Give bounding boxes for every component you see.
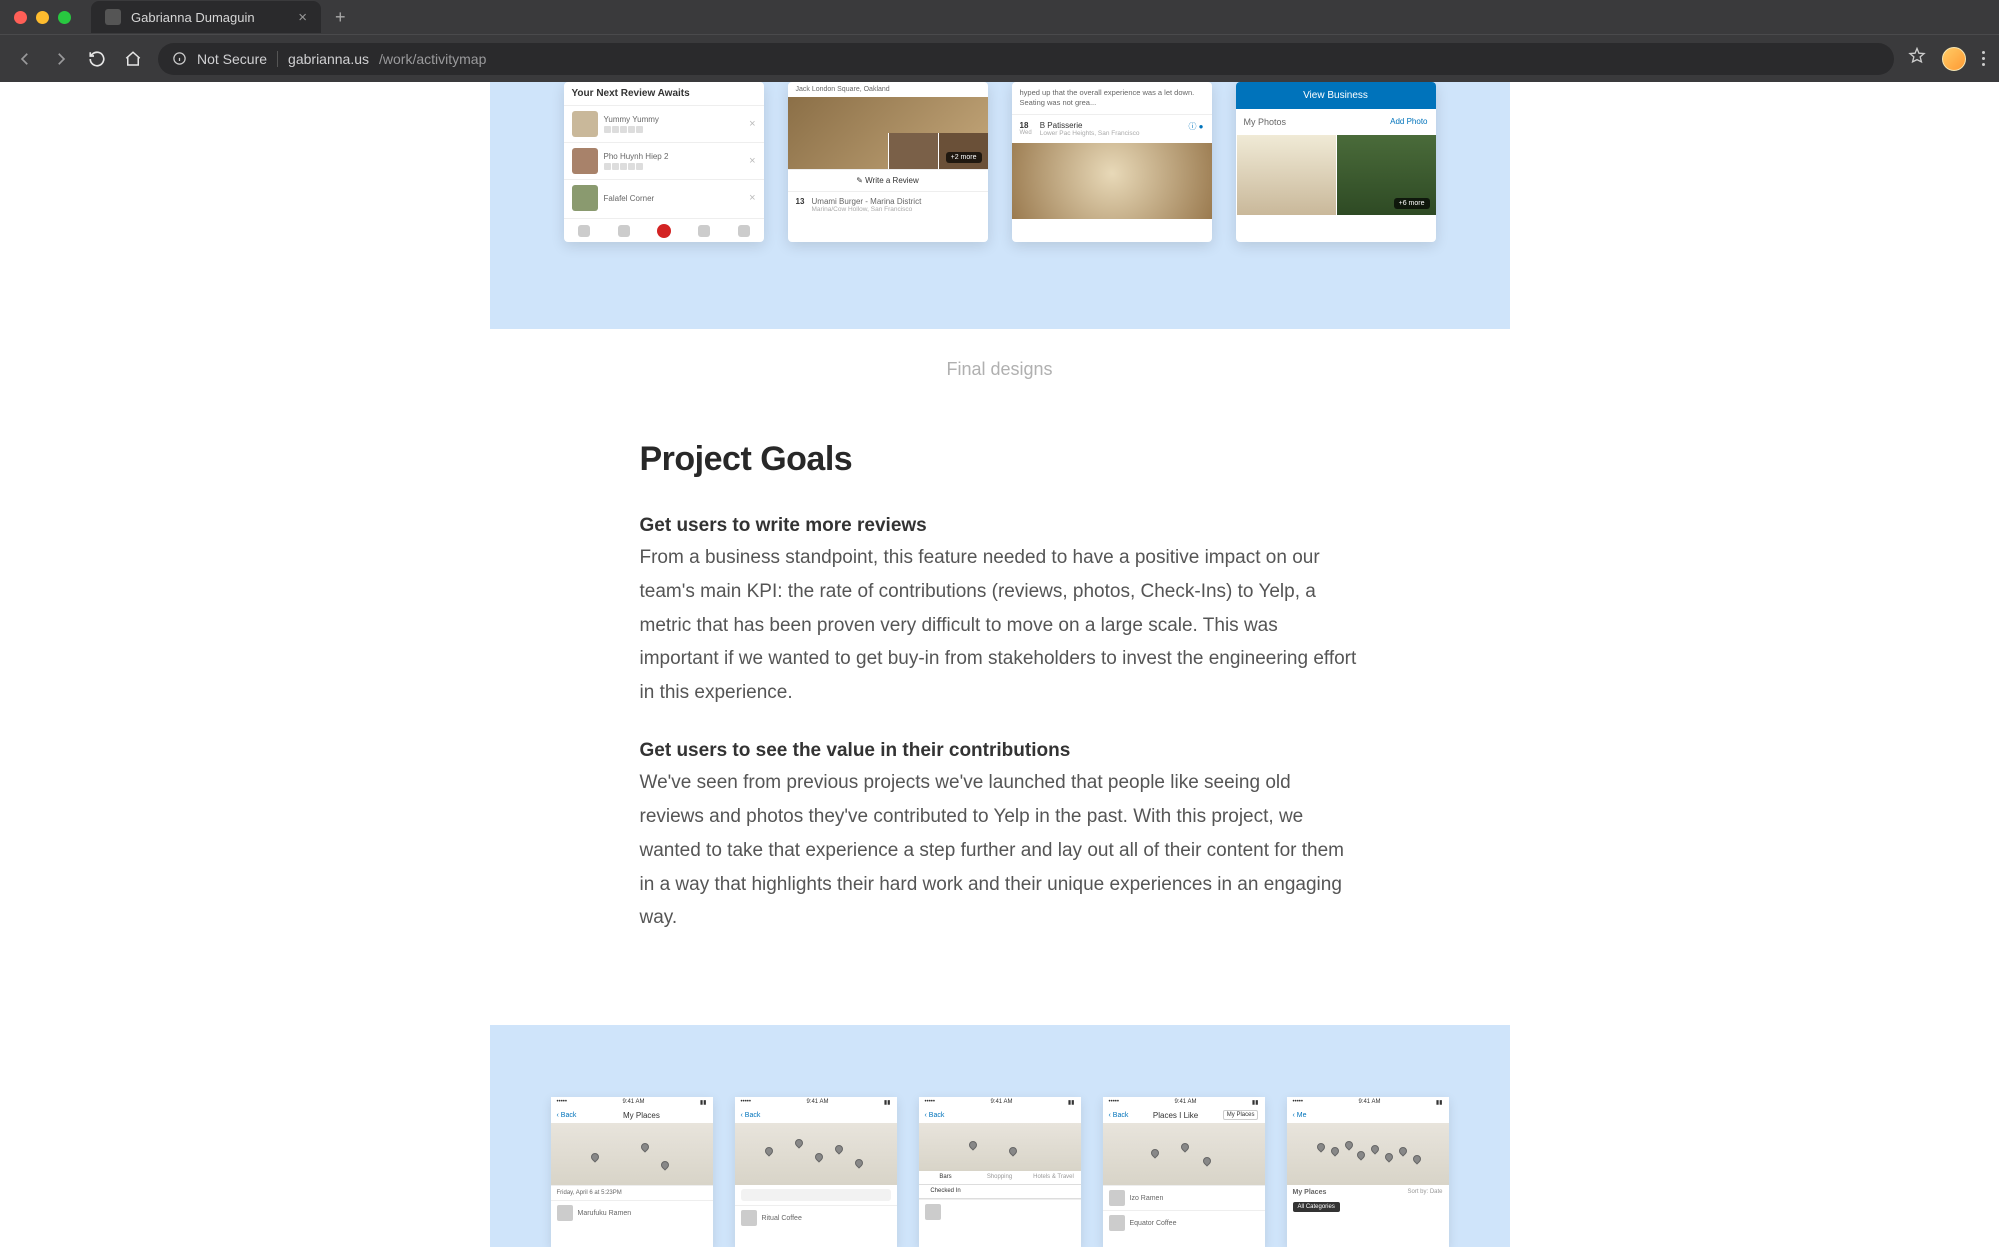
final-designs-figure: Your Next Review Awaits Yummy Yummy × Ph… — [490, 82, 1510, 329]
home-button[interactable] — [122, 48, 144, 70]
address-bar[interactable]: Not Secure gabrianna.us/work/activitymap — [158, 43, 1894, 75]
tab-title: Gabrianna Dumaguin — [131, 10, 255, 25]
view-business-button: View Business — [1236, 82, 1436, 109]
wireframe-search: •••••9:41 AM▮▮ ‹ Back Ritual Coffee — [735, 1097, 897, 1247]
security-label: Not Secure — [197, 51, 267, 67]
tab-favicon — [105, 9, 121, 25]
traffic-lights — [14, 11, 71, 24]
new-tab-button[interactable]: + — [335, 7, 346, 28]
mockup-list-item: 13 Umami Burger - Marina District Marina… — [788, 191, 988, 218]
omnibox-divider — [277, 51, 278, 67]
more-badge: +2 more — [946, 152, 982, 163]
window-titlebar: Gabrianna Dumaguin × + — [0, 0, 1999, 34]
list-day: Wed — [1020, 130, 1032, 136]
forward-button[interactable] — [50, 48, 72, 70]
figure-caption: Final designs — [0, 329, 1999, 440]
photo-grid: +6 more — [1236, 135, 1436, 215]
search-field — [741, 1189, 891, 1201]
list-title: Umami Burger - Marina District — [812, 197, 922, 206]
list-subtitle: Lower Pac Heights, San Francisco — [1040, 130, 1189, 137]
mockup-business-list: Jack London Square, Oakland +2 more ✎ Wr… — [788, 82, 988, 242]
section-heading: Project Goals — [640, 440, 1360, 479]
window-zoom-button[interactable] — [58, 11, 71, 24]
menu-icon[interactable] — [1982, 51, 1985, 66]
profile-avatar[interactable] — [1942, 47, 1966, 71]
mockup-review-awaits: Your Next Review Awaits Yummy Yummy × Ph… — [564, 82, 764, 242]
mockup-hero-image: +2 more — [788, 97, 988, 169]
add-photo-link: Add Photo — [1390, 117, 1427, 127]
goal-title: Get users to write more reviews — [640, 515, 1360, 537]
mockup-thumb — [572, 111, 598, 137]
mockup-item-title: Pho Huynh Hiep 2 — [604, 152, 669, 161]
goal-title: Get users to see the value in their cont… — [640, 740, 1360, 762]
mockup-list-item: 18 Wed B Patisserie Lower Pac Heights, S… — [1012, 114, 1212, 143]
review-excerpt: hyped up that the overall experience was… — [1012, 82, 1212, 114]
mockup-list-item: Pho Huynh Hiep 2 × — [564, 142, 764, 179]
list-subtitle: Marina/Cow Hollow, San Francisco — [812, 206, 922, 213]
mockup-food-image — [1012, 143, 1212, 219]
list-title: B Patisserie — [1040, 121, 1189, 130]
toolbar-right — [1908, 47, 1985, 71]
page-content: Your Next Review Awaits Yummy Yummy × Ph… — [0, 82, 1999, 1247]
mockup-list-item: Yummy Yummy × — [564, 105, 764, 142]
mockup-list-item: Falafel Corner × — [564, 179, 764, 216]
window-minimize-button[interactable] — [36, 11, 49, 24]
mockup-subheader: Jack London Square, Oakland — [788, 82, 988, 97]
mockup-my-photos: View Business My Photos Add Photo +6 mor… — [1236, 82, 1436, 242]
wireframes-figure: •••••9:41 AM▮▮ ‹ BackMy Places Friday, A… — [490, 1025, 1510, 1247]
mockup-thumb — [572, 185, 598, 211]
wireframe-places-i-like: •••••9:41 AM▮▮ ‹ BackPlaces I LikeMy Pla… — [1103, 1097, 1265, 1247]
mockup-header: Your Next Review Awaits — [564, 82, 764, 105]
reload-button[interactable] — [86, 48, 108, 70]
list-number: 18 — [1020, 121, 1032, 130]
window-close-button[interactable] — [14, 11, 27, 24]
tab-close-icon[interactable]: × — [298, 9, 307, 26]
wireframe-tabs: •••••9:41 AM▮▮ ‹ Back BarsShoppingHotels… — [919, 1097, 1081, 1247]
article-body: Project Goals Get users to write more re… — [640, 440, 1360, 935]
mockup-item-title: Falafel Corner — [604, 194, 655, 203]
goal-body: From a business standpoint, this feature… — [640, 541, 1360, 710]
list-number: 13 — [796, 197, 812, 213]
bookmark-icon[interactable] — [1908, 47, 1926, 70]
dismiss-icon: × — [749, 155, 755, 167]
browser-tab[interactable]: Gabrianna Dumaguin × — [91, 1, 321, 33]
mockup-item-title: Yummy Yummy — [604, 115, 659, 124]
site-info-icon[interactable] — [172, 51, 187, 66]
wireframe-my-places-cluster: •••••9:41 AM▮▮ ‹ Me My Places Sort by: D… — [1287, 1097, 1449, 1247]
url-host: gabrianna.us — [288, 51, 369, 67]
mockup-tabbar — [564, 218, 764, 242]
section-title: My Photos — [1244, 117, 1287, 127]
more-badge: +6 more — [1394, 198, 1430, 209]
dismiss-icon: × — [749, 118, 755, 130]
back-button[interactable] — [14, 48, 36, 70]
goal-body: We've seen from previous projects we've … — [640, 766, 1360, 935]
dismiss-icon: × — [749, 192, 755, 204]
wireframe-my-places: •••••9:41 AM▮▮ ‹ BackMy Places Friday, A… — [551, 1097, 713, 1247]
write-review-link: ✎ Write a Review — [788, 169, 988, 191]
mockup-review-detail: hyped up that the overall experience was… — [1012, 82, 1212, 242]
browser-toolbar: Not Secure gabrianna.us/work/activitymap — [0, 34, 1999, 82]
url-path: /work/activitymap — [379, 51, 486, 67]
mockup-thumb — [572, 148, 598, 174]
